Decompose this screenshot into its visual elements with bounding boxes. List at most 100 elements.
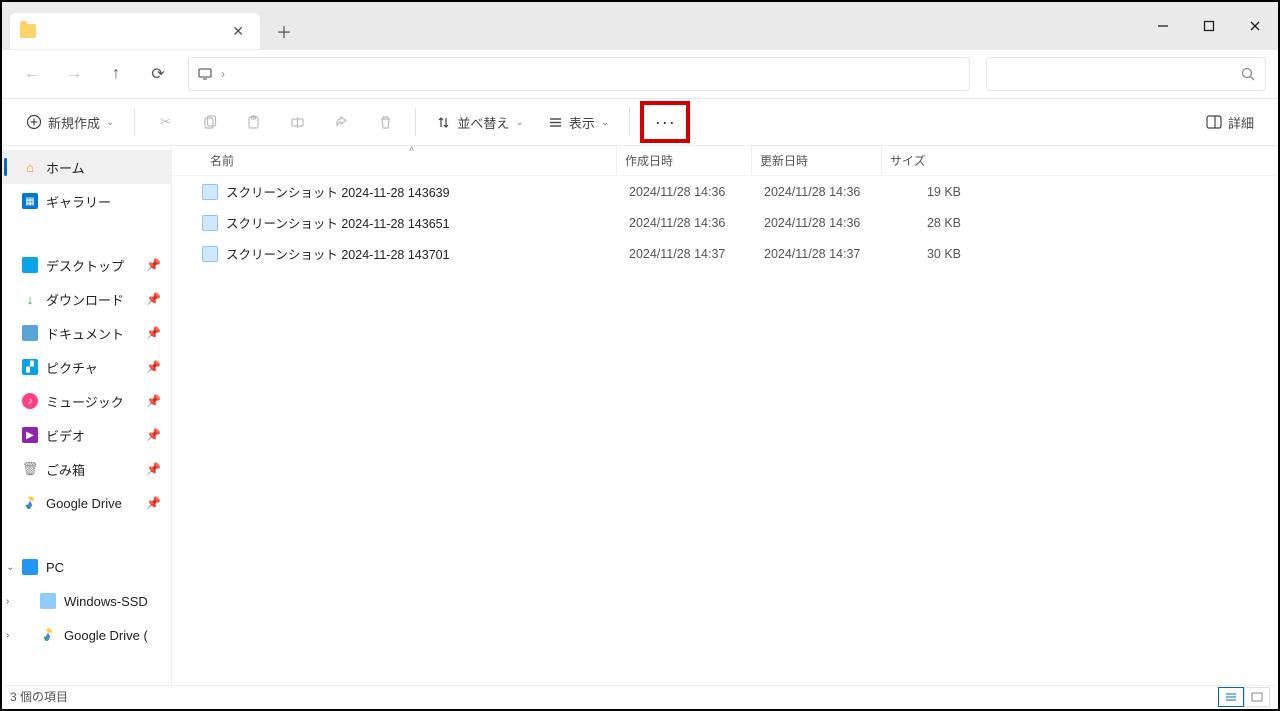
sort-ascending-icon: ˄ [409, 144, 414, 154]
sidebar-item-label: ピクチャ [46, 358, 98, 377]
pin-icon: 📌 [146, 258, 161, 272]
file-modified: 2024/11/28 14:36 [756, 216, 886, 230]
image-file-icon [202, 184, 218, 200]
column-header-modified-label: 更新日時 [760, 152, 808, 169]
trash-icon [378, 115, 393, 130]
close-tab-button[interactable]: ✕ [226, 19, 250, 44]
paste-button[interactable] [233, 104, 273, 140]
column-header-created[interactable]: 作成日時 [617, 146, 752, 175]
file-row[interactable]: スクリーンショット 2024-11-28 1437012024/11/28 14… [172, 238, 1278, 269]
new-tab-button[interactable]: ＋ [266, 13, 302, 49]
sidebar-item-label: ビデオ [46, 426, 85, 445]
sidebar-item-music[interactable]: ♪ミュージック📌 [2, 384, 171, 418]
expand-icon[interactable]: › [6, 596, 9, 607]
clipboard-icon [246, 115, 261, 130]
window-controls [1140, 10, 1278, 42]
file-row[interactable]: スクリーンショット 2024-11-28 143651 2024/11/28 14… [172, 207, 1278, 238]
view-details-button[interactable] [1218, 687, 1244, 707]
sidebar-item-label: ギャラリー [46, 192, 111, 211]
sidebar-item-label: Google Drive ( [64, 628, 148, 643]
sidebar-item-desktop[interactable]: デスクトップ📌 [2, 248, 171, 282]
expand-icon[interactable]: › [6, 630, 9, 641]
video-icon: ▶ [22, 427, 38, 443]
plus-circle-icon [26, 114, 42, 130]
view-thumbnails-button[interactable] [1244, 687, 1270, 707]
sidebar-item-video[interactable]: ▶ビデオ📌 [2, 418, 171, 452]
file-name: スクリーンショット 2024-11-28 143651 [226, 213, 621, 232]
status-item-count: 3 個の項目 [10, 688, 68, 705]
search-icon [1241, 67, 1255, 81]
tab-current[interactable]: ✕ [10, 13, 260, 49]
column-header-size[interactable]: サイズ [882, 146, 967, 175]
nav-back-button[interactable]: ← [14, 56, 50, 92]
sort-button[interactable]: 並べ替え ⌄ [426, 104, 533, 140]
search-box[interactable] [986, 57, 1266, 91]
delete-button[interactable] [365, 104, 405, 140]
sidebar-item-trash[interactable]: 🗑ごみ箱📌 [2, 452, 171, 486]
file-modified: 2024/11/28 14:37 [756, 247, 886, 261]
disk-icon [40, 593, 56, 609]
file-size: 28 KB [886, 216, 971, 230]
nav-up-button[interactable]: ↑ [98, 56, 134, 92]
gallery-icon: ▦ [22, 193, 38, 209]
pin-icon: 📌 [146, 360, 161, 374]
nav-refresh-button[interactable]: ⟳ [140, 56, 176, 92]
home-icon: ⌂ [22, 159, 38, 175]
share-button[interactable] [321, 104, 361, 140]
minimize-button[interactable] [1140, 10, 1186, 42]
expand-icon[interactable]: ⌄ [6, 562, 14, 573]
view-button[interactable]: 表示 ⌄ [538, 104, 619, 140]
command-bar: 新規作成 ⌄ ✂ 並べ替え ⌄ 表示 ⌄ ··· 詳細 [2, 98, 1278, 146]
file-size: 30 KB [886, 247, 971, 261]
copy-icon [202, 115, 217, 130]
sidebar-tree-pc[interactable]: ⌄PC [2, 550, 171, 584]
sidebar-item-label: Windows-SSD [64, 594, 148, 609]
sidebar-item-home[interactable]: ⌂ ホーム [2, 150, 171, 184]
sidebar-tree-google-drive-[interactable]: › Google Drive ( [2, 618, 171, 652]
close-window-button[interactable] [1232, 10, 1278, 42]
nav-bar: ← → ↑ ⟳ › [2, 50, 1278, 98]
recycle-bin-icon: 🗑 [22, 461, 38, 477]
rename-button[interactable] [277, 104, 317, 140]
sidebar-item-label: ホーム [46, 158, 85, 177]
copy-button[interactable] [189, 104, 229, 140]
file-view: 名前 ˄ 作成日時 更新日時 サイズ スクリーンショット 2024-11-28 … [172, 146, 1278, 687]
pin-icon: 📌 [146, 292, 161, 306]
pin-icon: 📌 [146, 326, 161, 340]
column-header-size-label: サイズ [890, 152, 926, 169]
more-options-button[interactable]: ··· [640, 101, 690, 143]
maximize-button[interactable] [1186, 10, 1232, 42]
sidebar-item-doc[interactable]: ドキュメント📌 [2, 316, 171, 350]
sidebar-item-gallery[interactable]: ▦ ギャラリー [2, 184, 171, 218]
cut-button[interactable]: ✂ [145, 104, 185, 140]
chevron-right-icon: › [221, 67, 225, 81]
sidebar-item-gdrive[interactable]: Google Drive📌 [2, 486, 171, 520]
column-header-modified[interactable]: 更新日時 [752, 146, 882, 175]
scissors-icon: ✂ [160, 114, 171, 130]
ellipsis-icon: ··· [655, 112, 676, 133]
file-created: 2024/11/28 14:36 [621, 185, 756, 199]
details-pane-icon [1206, 115, 1222, 129]
chevron-down-icon: ⌄ [106, 117, 114, 128]
details-pane-button[interactable]: 詳細 [1196, 104, 1264, 140]
address-bar[interactable]: › [188, 57, 970, 91]
new-button-label: 新規作成 [48, 113, 100, 132]
separator [134, 108, 135, 136]
file-created: 2024/11/28 14:37 [621, 247, 756, 261]
column-header-name-label: 名前 [210, 152, 234, 169]
new-button[interactable]: 新規作成 ⌄ [16, 104, 124, 140]
sidebar-tree-windows-ssd[interactable]: › Windows-SSD [2, 584, 171, 618]
sidebar-item-download[interactable]: ↓ダウンロード📌 [2, 282, 171, 316]
folder-icon [20, 24, 36, 38]
list-icon [548, 115, 563, 130]
sidebar-item-pic[interactable]: ▞ピクチャ📌 [2, 350, 171, 384]
column-header-name[interactable]: 名前 ˄ [202, 146, 617, 175]
nav-forward-button[interactable]: → [56, 56, 92, 92]
monitor-icon [197, 66, 213, 82]
image-file-icon [202, 215, 218, 231]
pc-icon [22, 559, 38, 575]
chevron-down-icon: ⌄ [601, 117, 609, 128]
navigation-pane[interactable]: ⌂ホーム▦ギャラリーデスクトップ📌↓ダウンロード📌ドキュメント📌▞ピクチャ📌♪ミ… [2, 146, 172, 687]
file-row[interactable]: スクリーンショット 2024-11-28 1436392024/11/28 14… [172, 176, 1278, 207]
separator [415, 108, 416, 136]
